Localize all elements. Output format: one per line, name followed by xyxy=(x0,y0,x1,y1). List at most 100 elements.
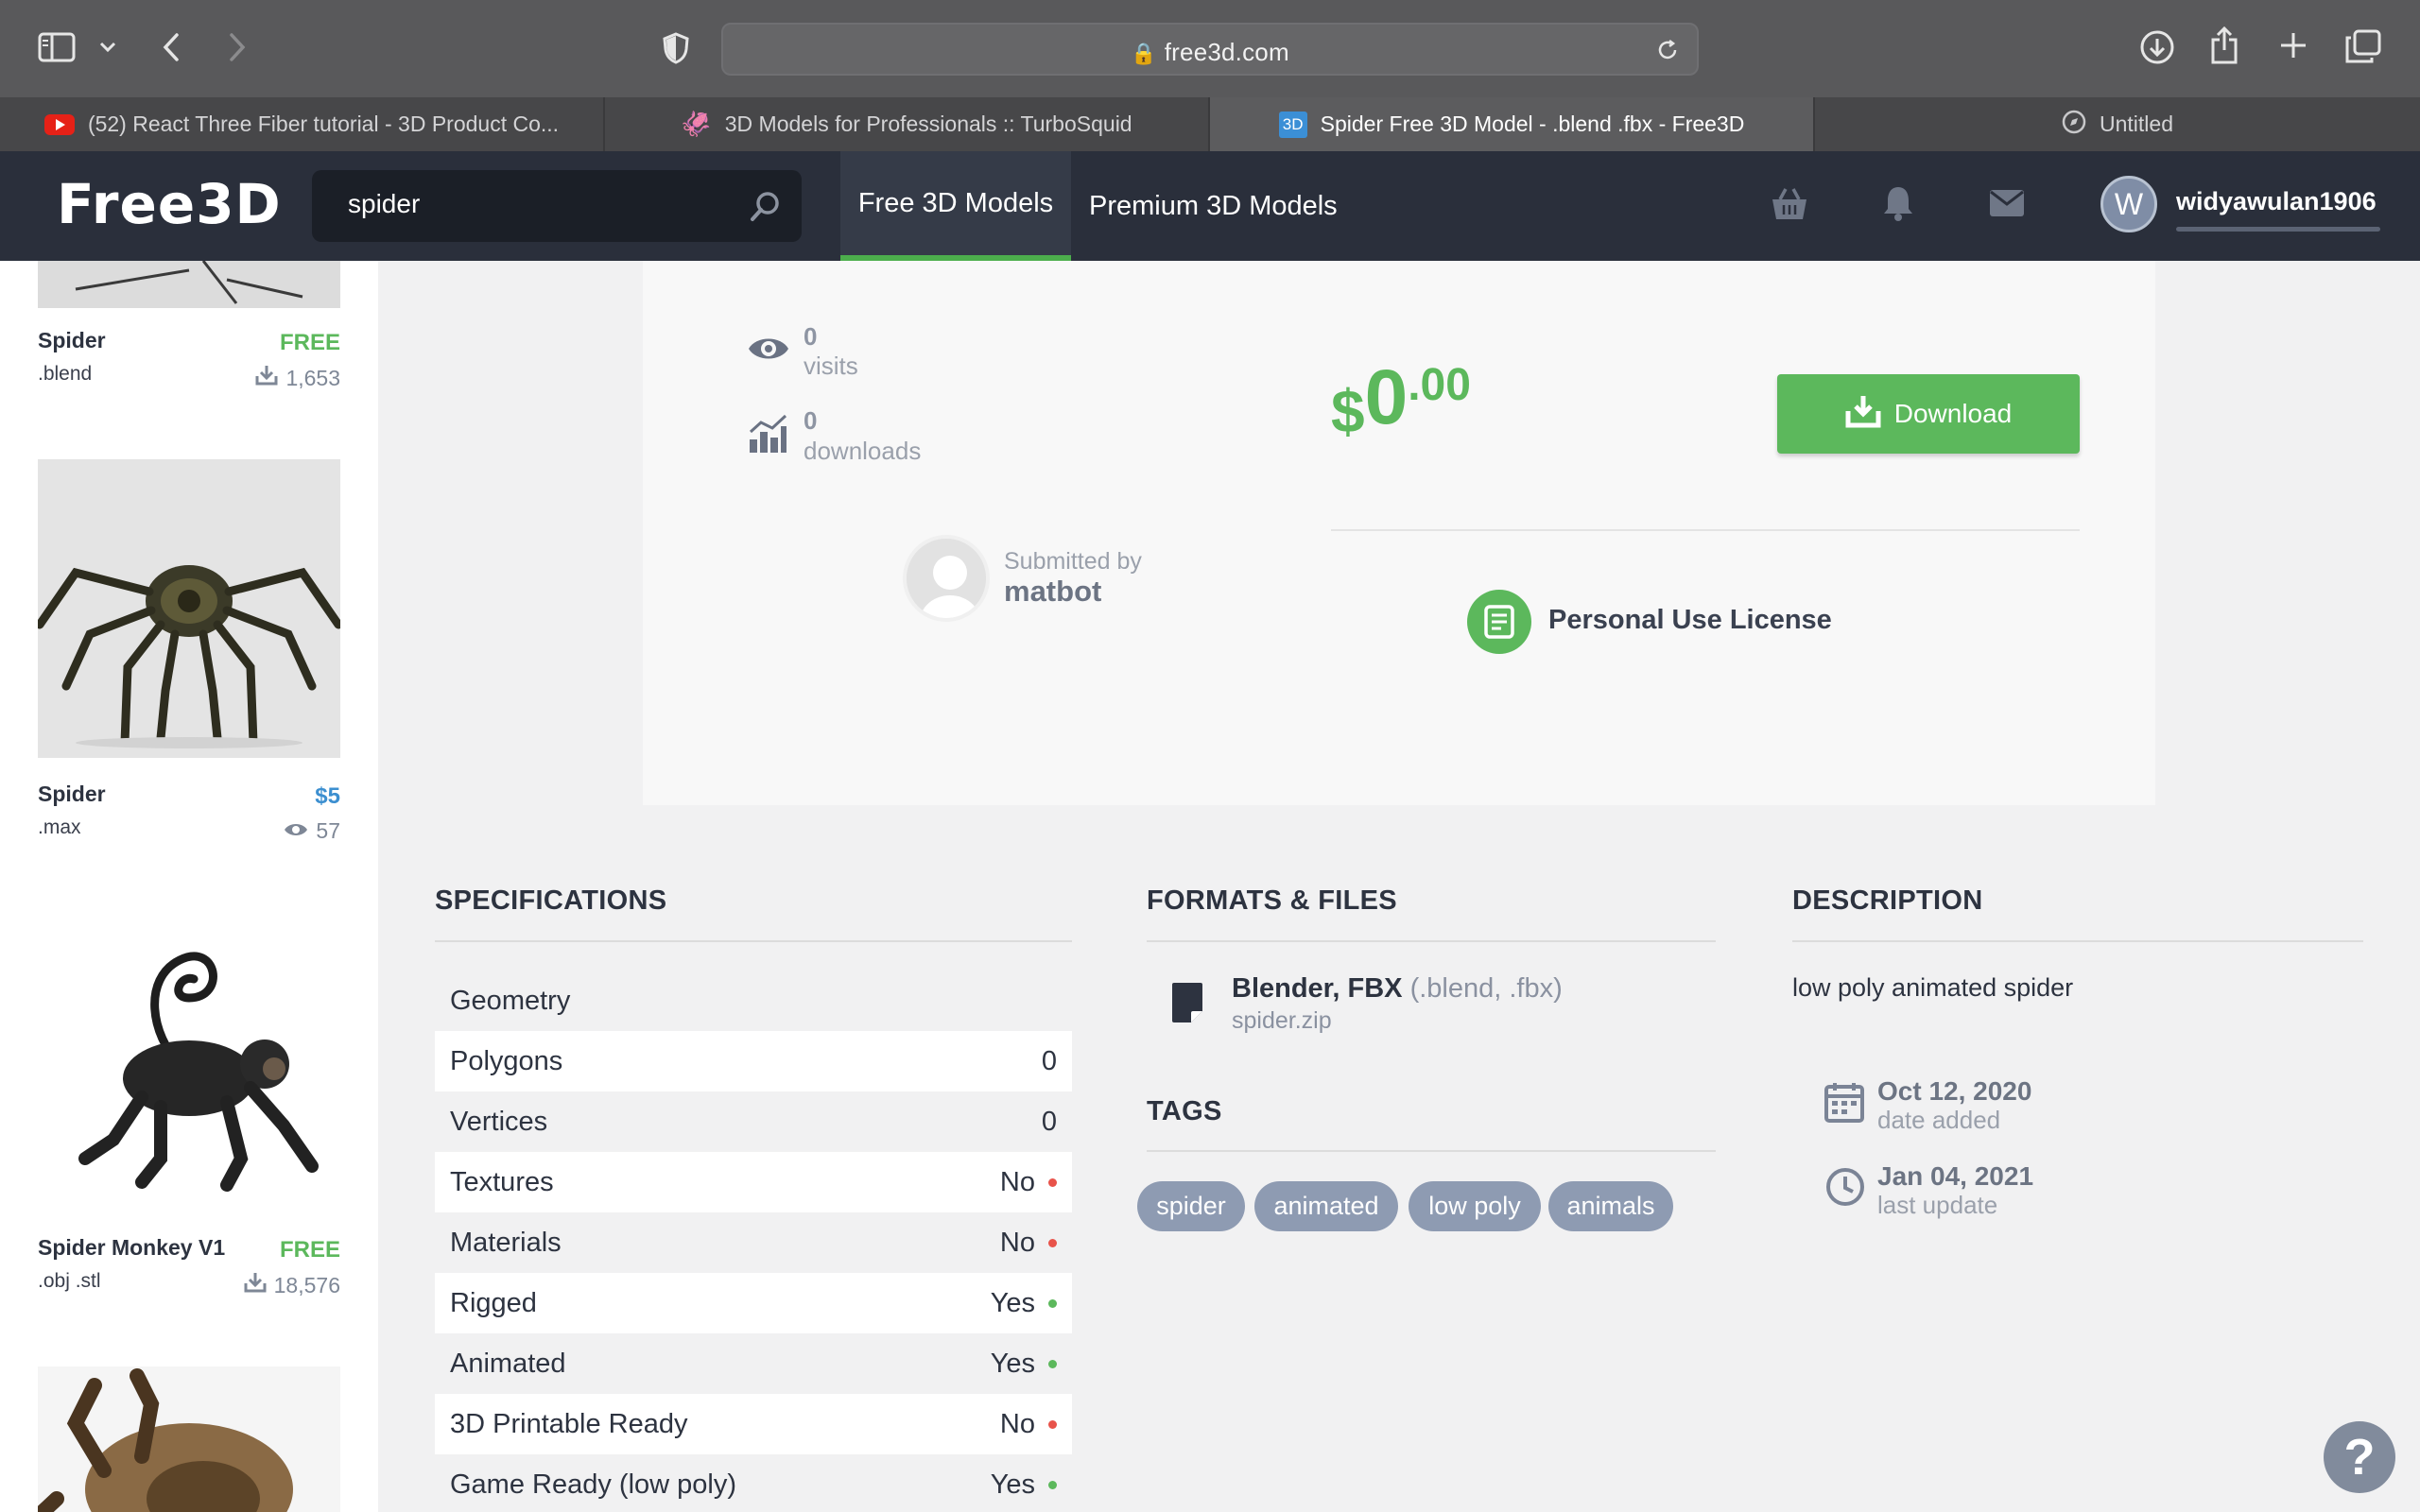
bell-icon[interactable] xyxy=(1881,183,1915,223)
basket-icon[interactable] xyxy=(1770,185,1809,223)
description-title: DESCRIPTION xyxy=(1792,885,1983,916)
address-bar[interactable]: 🔒 free3d.com xyxy=(721,23,1699,76)
price-symbol: $ xyxy=(1331,377,1365,445)
search-icon[interactable] xyxy=(749,189,783,223)
download-icon xyxy=(244,1272,267,1298)
reload-icon[interactable] xyxy=(1655,38,1680,62)
spec-row-vertices: Vertices 0 xyxy=(450,1106,1057,1137)
user-avatar[interactable]: W xyxy=(2100,176,2157,232)
spec-row-3d-printable: 3D Printable Ready No xyxy=(435,1394,1072,1454)
spec-row-materials: Materials No xyxy=(435,1212,1072,1273)
format-name: Blender, FBX xyxy=(1232,973,1403,1004)
tag-low-poly[interactable]: low poly xyxy=(1409,1181,1541,1231)
license-link[interactable]: Personal Use License xyxy=(1548,605,1832,636)
model-name[interactable]: Spider xyxy=(38,328,106,353)
section-divider xyxy=(1147,1150,1716,1152)
status-no-dot xyxy=(1048,1177,1057,1187)
date-added: Oct 12, 2020 xyxy=(1877,1076,2032,1106)
tag-animals[interactable]: animals xyxy=(1548,1181,1673,1231)
spec-row-animated: Animated Yes xyxy=(435,1333,1072,1394)
downloads-label: downloads xyxy=(804,437,922,465)
browser-window: 🔒 free3d.com (52) React Three Fiber tutor… xyxy=(0,0,2420,1512)
tab-free3d[interactable]: 3D Spider Free 3D Model - .blend .fbx - … xyxy=(1210,97,1815,151)
spec-row-rigged: Rigged Yes xyxy=(435,1273,1072,1333)
price: $ 0 .00 xyxy=(1331,359,1471,446)
date-added-label: date added xyxy=(1877,1106,2001,1134)
file-name[interactable]: spider.zip xyxy=(1232,1007,1332,1035)
downloads-count: 0 xyxy=(804,406,818,435)
nav-free-3d-models[interactable]: Free 3D Models xyxy=(840,151,1071,261)
search-input[interactable] xyxy=(348,189,726,219)
model-format: .max xyxy=(38,816,81,838)
format-extensions: (.blend, .fbx) xyxy=(1409,973,1563,1004)
submitter-avatar[interactable] xyxy=(903,535,990,622)
model-thumbnail[interactable] xyxy=(38,922,340,1206)
model-name[interactable]: Spider Monkey V1 xyxy=(38,1235,225,1261)
model-thumbnail[interactable] xyxy=(38,1366,340,1512)
eye-icon xyxy=(747,330,790,368)
visits-label: visits xyxy=(804,352,858,380)
downloads-icon[interactable] xyxy=(2138,28,2176,66)
file-icon xyxy=(1170,981,1204,1024)
username[interactable]: widyawulan1906 xyxy=(2176,187,2377,216)
license-icon xyxy=(1467,590,1531,654)
site-logo[interactable]: Free3D xyxy=(57,172,282,236)
compass-icon xyxy=(2062,110,2086,140)
related-models-sidebar: Spider .blend FREE 1,653 Spider .max $5 … xyxy=(0,261,378,1512)
eye-icon xyxy=(284,818,308,844)
chevron-down-icon[interactable] xyxy=(95,36,121,59)
url-text: free3d.com xyxy=(1164,38,1289,66)
price-cents: .00 xyxy=(1408,360,1471,410)
card-divider xyxy=(1331,529,2080,531)
tab-overview-icon[interactable] xyxy=(2344,28,2382,64)
tab-youtube[interactable]: (52) React Three Fiber tutorial - 3D Pro… xyxy=(0,97,605,151)
browser-toolbar: 🔒 free3d.com xyxy=(0,0,2420,97)
tags-title: TAGS xyxy=(1147,1096,1222,1126)
username-underline xyxy=(2176,227,2380,232)
last-update-label: last update xyxy=(1877,1191,1998,1219)
tab-title: 3D Models for Professionals :: TurboSqui… xyxy=(724,112,1132,136)
new-tab-icon[interactable] xyxy=(2276,28,2310,62)
tab-untitled[interactable]: Untitled xyxy=(1815,97,2420,151)
tag-animated[interactable]: animated xyxy=(1254,1181,1398,1231)
submitter-name[interactable]: matbot xyxy=(1004,575,1101,609)
submitted-by-label: Submitted by xyxy=(1004,548,1142,575)
status-yes-dot xyxy=(1048,1298,1057,1308)
share-icon[interactable] xyxy=(2208,25,2240,66)
calendar-icon xyxy=(1824,1081,1864,1123)
status-yes-dot xyxy=(1048,1480,1057,1489)
model-name[interactable]: Spider xyxy=(38,782,106,807)
status-no-dot xyxy=(1048,1419,1057,1429)
bar-chart-icon xyxy=(747,412,788,455)
envelope-icon[interactable] xyxy=(1989,187,2025,219)
spec-row-game-ready: Game Ready (low poly) Yes xyxy=(435,1454,1072,1512)
model-price: $5 xyxy=(315,783,340,809)
tab-turbosquid[interactable]: 🦑 3D Models for Professionals :: TurboSq… xyxy=(605,97,1210,151)
format-entry[interactable]: Blender, FBX (.blend, .fbx) xyxy=(1232,973,1563,1005)
formats-title: FORMATS & FILES xyxy=(1147,885,1397,916)
section-divider xyxy=(435,940,1072,942)
search-box xyxy=(312,170,802,242)
tag-spider[interactable]: spider xyxy=(1137,1181,1245,1231)
clock-icon xyxy=(1824,1166,1866,1208)
forward-icon[interactable] xyxy=(223,30,251,64)
help-button[interactable]: ? xyxy=(2324,1421,2395,1493)
model-thumbnail[interactable] xyxy=(38,459,340,758)
model-thumbnail[interactable] xyxy=(38,261,340,308)
tab-bar: (52) React Three Fiber tutorial - 3D Pro… xyxy=(0,97,2420,151)
model-price: FREE xyxy=(279,330,340,355)
privacy-shield-icon[interactable] xyxy=(660,30,692,66)
free3d-icon: 3D xyxy=(1278,111,1307,138)
model-price: FREE xyxy=(279,1237,340,1263)
nav-premium-3d-models[interactable]: Premium 3D Models xyxy=(1089,151,1338,261)
question-icon: ? xyxy=(2343,1429,2376,1486)
description-text: low poly animated spider xyxy=(1792,973,2074,1002)
download-button[interactable]: Download xyxy=(1777,374,2080,454)
model-format: .obj .stl xyxy=(38,1270,101,1292)
model-downloads: 18,576 xyxy=(244,1272,340,1298)
back-icon[interactable] xyxy=(157,30,185,64)
sidebar-toggle-icon[interactable] xyxy=(36,30,78,64)
specifications-title: SPECIFICATIONS xyxy=(435,885,667,916)
model-summary-card xyxy=(643,261,2155,805)
download-icon xyxy=(255,365,278,391)
